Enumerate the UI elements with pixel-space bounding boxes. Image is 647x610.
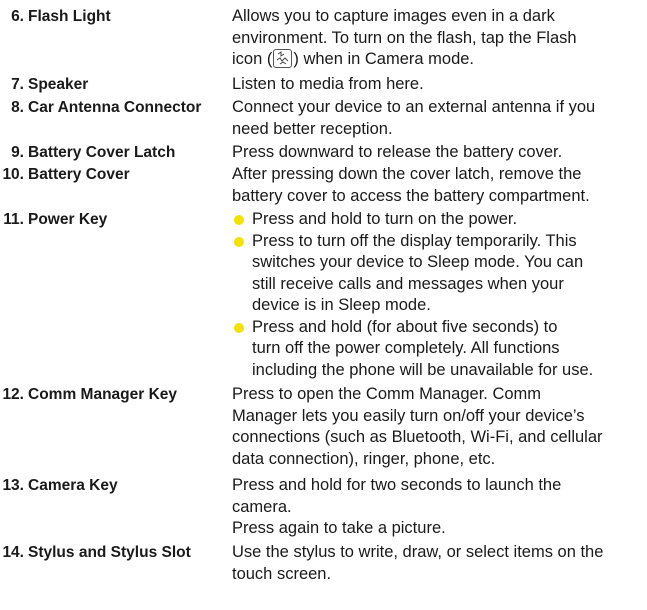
entry-label: Stylus and Stylus Slot <box>28 544 191 561</box>
entry-label: Comm Manager Key <box>28 386 178 403</box>
bullet-line: device is in Sleep mode. <box>252 296 431 314</box>
entry-number: 13. <box>2 477 24 494</box>
bullet-line: switches your device to Sleep mode. You … <box>252 253 584 271</box>
description-line: Press again to take a picture. <box>232 519 446 537</box>
description-line: data connection), ringer, phone, etc. <box>232 449 496 468</box>
entry-term: 9. Battery Cover Latch <box>0 142 222 164</box>
entry-number: 6. <box>11 8 24 25</box>
entry-number: 7. <box>11 76 24 93</box>
description-line: environment. To turn on the flash, tap t… <box>232 28 577 47</box>
entry-label: Battery Cover <box>28 166 130 183</box>
description-line: Use the stylus to write, draw, or select… <box>232 543 604 561</box>
bullet-line: including the phone will be unavailable … <box>252 360 594 379</box>
description-line: Press to open the Comm Manager. Comm <box>232 385 542 403</box>
bullet-dot <box>234 215 244 225</box>
entry-number: 14. <box>2 544 24 561</box>
bullet-line: Press and hold to turn on the power. <box>252 210 518 228</box>
description-line: Allows you to capture images even in a d… <box>232 7 555 25</box>
description-line: Manager lets you easily turn on/off your… <box>232 406 585 425</box>
entry-term: 7. Speaker <box>0 74 222 96</box>
entry-description: Listen to media from here. <box>232 74 647 96</box>
description-line: camera. <box>232 497 292 516</box>
entry-description: Press and hold to turn on the power. Pre… <box>232 209 647 381</box>
document-page: 6. Flash Light Allows you to capture imag… <box>0 0 647 610</box>
description-line: Listen to media from here. <box>232 75 424 93</box>
entry-number: 8. <box>11 99 24 116</box>
entry-description: Press and hold for two seconds to launch… <box>232 475 647 540</box>
icon-text-before: icon ( <box>232 50 273 68</box>
entry-term: 8. Car Antenna Connector <box>0 97 222 119</box>
description-line: touch screen. <box>232 564 332 583</box>
bullet-line: turn off the power completely. All funct… <box>252 339 560 357</box>
entry-term: 11. Power Key <box>0 209 222 231</box>
entry-number: 12. <box>2 386 24 403</box>
description-line: After pressing down the cover latch, rem… <box>232 165 582 183</box>
entry-description: Use the stylus to write, draw, or select… <box>232 542 647 585</box>
entry-description: Press downward to release the battery co… <box>232 142 647 164</box>
bullet-item: Press and hold (for about five seconds) … <box>232 317 647 382</box>
bullet-dot <box>234 236 244 247</box>
entry-term: 13. Camera Key <box>0 475 222 497</box>
entry-label: Car Antenna Connector <box>28 99 202 116</box>
description-line: battery cover to access the battery comp… <box>232 186 590 205</box>
entry-label: Battery Cover Latch <box>28 144 176 161</box>
entry-label: Flash Light <box>28 8 111 25</box>
entry-description: After pressing down the cover latch, rem… <box>232 164 647 207</box>
bullet-dot <box>234 322 244 333</box>
description-line: need better reception. <box>232 119 393 138</box>
bullet-line: Press and hold (for about five seconds) … <box>252 317 558 336</box>
bullet-line: still receive calls and messages when yo… <box>252 274 564 293</box>
entry-number: 11. <box>3 211 24 228</box>
description-line-with-icon: icon ( ) when in Camera mode. <box>232 49 647 71</box>
entry-term: 12. Comm Manager Key <box>0 384 222 406</box>
icon-text-after: ) when in Camera mode. <box>293 50 475 68</box>
bullet-item: Press to turn off the display temporaril… <box>232 231 647 317</box>
entry-number: 9. <box>11 144 24 161</box>
description-line: Connect your device to an external anten… <box>232 98 596 116</box>
description-line: Press downward to release the battery co… <box>232 143 563 161</box>
entry-term: 6. Flash Light <box>0 6 222 28</box>
entry-number: 10. <box>2 166 24 183</box>
bullet-line: Press to turn off the display temporaril… <box>252 231 577 250</box>
entry-description: Press to open the Comm Manager. Comm Man… <box>232 384 647 470</box>
flash-icon <box>273 49 293 68</box>
entry-description: Allows you to capture images even in a d… <box>232 6 647 71</box>
entry-description: Connect your device to an external anten… <box>232 97 647 140</box>
entry-label: Speaker <box>28 76 89 93</box>
entry-term: 14. Stylus and Stylus Slot <box>0 542 222 564</box>
entry-label: Camera Key <box>28 477 118 494</box>
entry-label: Power Key <box>28 211 108 228</box>
description-line: connections (such as Bluetooth, Wi-Fi, a… <box>232 428 603 446</box>
entry-term: 10. Battery Cover <box>0 164 222 186</box>
bullet-item: Press and hold to turn on the power. <box>232 209 647 231</box>
description-line: Press and hold for two seconds to launch… <box>232 476 562 494</box>
